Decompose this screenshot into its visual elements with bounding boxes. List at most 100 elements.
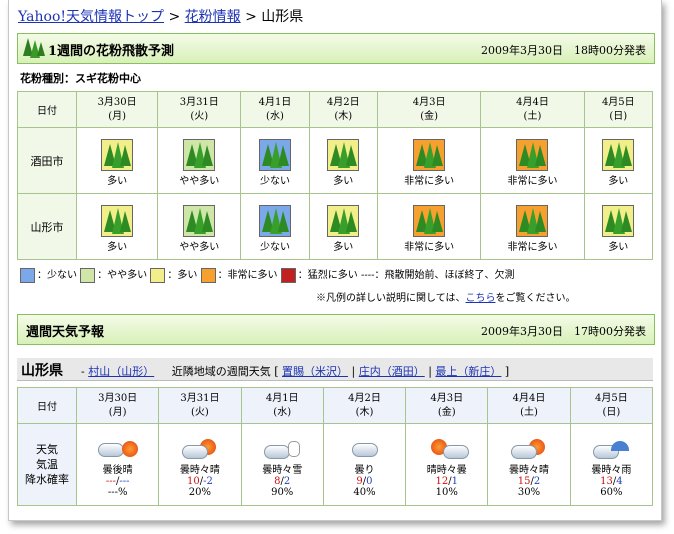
pollen-level-text: 非常に多い xyxy=(507,175,558,187)
weather-day-cell: 曇時々晴 10/-2 20% xyxy=(158,423,242,506)
legend-swatch-icon xyxy=(200,268,216,283)
link-separator: | xyxy=(348,365,359,378)
weather-text: 曇時々雪 xyxy=(262,465,303,476)
dow-text: (月) xyxy=(108,110,127,122)
date-header: 日付 xyxy=(17,91,77,128)
precip-probability: ---% xyxy=(107,487,128,498)
pollen-section-title: 1週間の花粉飛散予測 xyxy=(48,44,175,59)
legend-item: ：少ない xyxy=(20,268,80,283)
precip-probability: 20% xyxy=(188,487,212,498)
pollen-date-cell: 4月2日 (木) xyxy=(308,91,378,128)
pop-label: 降水確率 xyxy=(25,473,69,486)
pollen-level-text: やや多い xyxy=(179,175,220,187)
date-text: 4月1日 xyxy=(258,96,292,108)
pollen-level-cell: 非常に多い xyxy=(480,127,585,194)
legend-details-link[interactable]: こちら xyxy=(466,293,496,304)
pollen-level-text: 非常に多い xyxy=(404,175,455,187)
date-text: 3月30日 xyxy=(98,392,138,404)
pollen-level-cell: 非常に多い xyxy=(376,193,482,260)
pollen-tree-icon xyxy=(258,138,291,171)
pollen-level-cell: 多い xyxy=(308,127,378,194)
pollen-level-text: 少ない xyxy=(259,175,290,187)
high-temp: 15 xyxy=(517,476,531,487)
city-name: 山形市 xyxy=(17,193,77,260)
note-suffix: をご覧ください。 xyxy=(495,293,576,304)
weather-day-cell: 晴時々曇 12/1 10% xyxy=(405,423,489,506)
pollen-level-cell: 少ない xyxy=(240,193,310,260)
pollen-tree-icon xyxy=(101,204,134,237)
precip-probability: 40% xyxy=(353,487,376,498)
weekly-weather-table: 日付 3月30日 (月) 3月31日 (火) 4月1日 (水) 4月2日 (木) 4月3日 (金)… xyxy=(17,387,654,506)
low-temp: 4 xyxy=(616,476,623,487)
weather-text: 曇り xyxy=(354,465,375,476)
dow-text: (水) xyxy=(273,406,292,418)
cloudy-sometimes-snow-icon xyxy=(262,437,302,459)
weather-date-header: 日付 xyxy=(17,387,77,424)
link-separator: | xyxy=(424,365,436,378)
weather-text: 曇時々晴 xyxy=(509,465,550,476)
pollen-level-cell: 多い xyxy=(583,127,654,194)
pollen-level-cell: 多い xyxy=(308,193,378,260)
pollen-legend: ：少ない ：やや多い ：多い ：非常に多い ：猛烈に多い ----：飛散開始前、… xyxy=(20,266,514,283)
dow-text: (水) xyxy=(266,110,284,122)
high-temp: --- xyxy=(105,476,116,487)
breadcrumb-separator: > xyxy=(164,9,185,25)
cedar-tree-icon xyxy=(23,38,45,58)
current-region-link[interactable]: 村山（山形） xyxy=(88,365,154,378)
region-link-shonai[interactable]: 庄内（酒田） xyxy=(359,365,425,378)
weather-section-header: 週間天気予報 2009年3月30日 17時00分発表 xyxy=(17,314,655,345)
pollen-city-row: 酒田市 多い やや多い 少ない 多い 非常に多い 非常に多い 多い xyxy=(17,127,654,194)
dow-text: (土) xyxy=(520,406,538,418)
weather-day-cell: 曇時々雨 13/4 60% xyxy=(569,423,654,506)
dow-text: (月) xyxy=(108,406,127,418)
pollen-level-text: 多い xyxy=(333,175,354,187)
region-links: - 村山（山形） 近隣地域の週間天気 [ 置賜（米沢） | 庄内（酒田） | 最… xyxy=(81,363,509,379)
high-temp: 10 xyxy=(186,476,200,487)
date-text: 4月4日 xyxy=(512,392,546,404)
legend-swatch-icon xyxy=(280,268,296,283)
breadcrumb-home-link[interactable]: Yahoo!天気情報トップ xyxy=(18,9,164,25)
weather-text: 曇時々雨 xyxy=(591,465,632,476)
pollen-date-cell: 3月30日 (月) xyxy=(75,91,159,128)
low-temp: 1 xyxy=(451,476,458,487)
pollen-tree-icon xyxy=(258,204,291,237)
pollen-level-text: 多い xyxy=(107,241,128,253)
region-link-mogami[interactable]: 最上（新庄） xyxy=(435,365,501,378)
prefecture-name: 山形県 xyxy=(21,363,63,379)
pollen-issued-time: 2009年3月30日 18時00分発表 xyxy=(481,44,646,57)
pollen-level-cell: 多い xyxy=(75,193,159,260)
weather-day-cell: 曇後晴 ---/--- ---% xyxy=(75,423,160,506)
breadcrumb-pollen-link[interactable]: 花粉情報 xyxy=(185,9,241,25)
weather-date-cell: 4月4日 (土) xyxy=(487,387,571,424)
region-link-okitama[interactable]: 置賜（米沢） xyxy=(282,365,348,378)
legend-label: ：非常に多い xyxy=(217,270,278,281)
weather-row-labels: 天気 気温 降水確率 xyxy=(17,423,77,506)
pollen-level-text: やや多い xyxy=(179,241,220,253)
pollen-level-cell: やや多い xyxy=(157,127,242,194)
precip-probability: 30% xyxy=(517,487,541,498)
date-text: 4月3日 xyxy=(430,392,464,404)
date-text: 4月2日 xyxy=(348,392,381,404)
legend-item: ：猛烈に多い xyxy=(280,268,361,283)
pollen-level-text: 多い xyxy=(333,241,354,253)
weather-text: 曇後晴 xyxy=(102,465,133,476)
pollen-level-cell: 非常に多い xyxy=(480,193,585,260)
legend-swatch-icon xyxy=(20,268,35,283)
date-text: 3月31日 xyxy=(180,392,220,404)
weather-label: 天気 xyxy=(36,443,58,456)
pollen-level-cell: やや多い xyxy=(157,193,242,260)
temperature: 9/0 xyxy=(324,476,405,487)
dow-text: (金) xyxy=(437,406,456,418)
dow-text: (木) xyxy=(334,110,353,122)
date-text: 4月3日 xyxy=(412,96,446,108)
weather-date-row: 日付 3月30日 (月) 3月31日 (火) 4月1日 (水) 4月2日 (木) 4月3日 (金)… xyxy=(17,387,654,424)
prefecture-bar: 山形県 - 村山（山形） 近隣地域の週間天気 [ 置賜（米沢） | 庄内（酒田）… xyxy=(17,358,653,381)
legend-swatch-icon xyxy=(80,268,96,283)
breadcrumb: Yahoo!天気情報トップ > 花粉情報 > 山形県 xyxy=(18,6,303,26)
date-text: 4月2日 xyxy=(326,96,360,108)
dow-text: (土) xyxy=(523,110,542,122)
legend-swatch-icon xyxy=(150,268,166,283)
low-temp: 2 xyxy=(533,476,541,487)
dow-text: (火) xyxy=(190,110,209,122)
weather-section-title: 週間天気予報 xyxy=(26,325,105,340)
